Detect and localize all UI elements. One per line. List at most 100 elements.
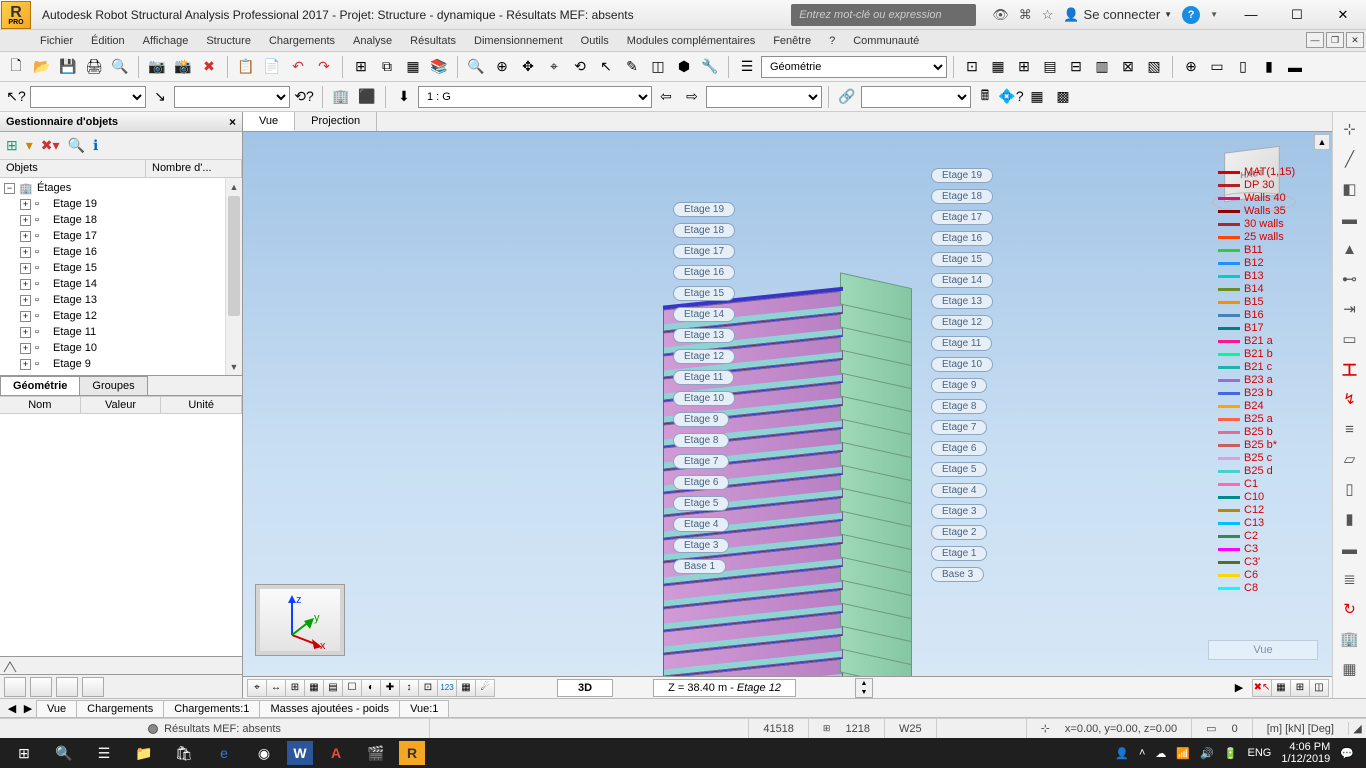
footer-btn-3[interactable] [56, 677, 78, 697]
volume-icon[interactable]: 🔊 [1200, 747, 1214, 760]
vue-overlay-button[interactable]: Vue [1208, 640, 1318, 660]
screenshot-icon[interactable]: 📷 [145, 55, 169, 79]
rt-3[interactable]: ⊞ [1290, 679, 1310, 697]
col-objets[interactable]: Objets [0, 160, 146, 177]
tree-item[interactable]: +▫Etage 17 [0, 228, 242, 244]
signin-button[interactable]: 👤Se connecter▼ [1063, 7, 1172, 23]
help-icon[interactable]: ? [1182, 6, 1200, 24]
side-load-icon[interactable]: ↯ [1337, 386, 1363, 412]
binoculars-icon[interactable]: 👁 [992, 7, 1009, 23]
menu-outils[interactable]: Outils [581, 35, 609, 47]
tree-scrollbar[interactable]: ▲▼ [225, 178, 242, 375]
layout-combo[interactable]: Géométrie [761, 56, 947, 78]
wrench-icon[interactable]: 🔧 [698, 55, 722, 79]
snap7-icon[interactable]: ⊠ [1116, 55, 1140, 79]
search-taskbar-icon[interactable]: 🔍 [44, 738, 84, 768]
rt-1[interactable]: ✖↖ [1252, 679, 1272, 697]
open-icon[interactable]: 📂 [30, 55, 54, 79]
grid1-icon[interactable]: ▦ [1025, 85, 1049, 109]
snap2-icon[interactable]: ▦ [986, 55, 1010, 79]
mt-5[interactable]: ▤ [323, 679, 343, 697]
cursor-icon[interactable]: ↖? [4, 85, 28, 109]
side-thickness-icon[interactable]: ≡ [1337, 416, 1363, 442]
close-button[interactable]: ✕ [1320, 0, 1366, 30]
menu-dimensionnement[interactable]: Dimensionnement [474, 35, 563, 47]
btab-masses[interactable]: Masses ajoutées - poids [259, 700, 400, 717]
info-icon[interactable]: ℹ [93, 137, 98, 154]
select-combo-2[interactable] [174, 86, 290, 108]
panel-close-icon[interactable]: × [229, 115, 236, 129]
btab-vue[interactable]: Vue [36, 700, 77, 717]
robot-taskbar-icon[interactable]: R [399, 741, 425, 765]
loadcase-combo[interactable]: 1 : G [418, 86, 652, 108]
save-icon[interactable]: 💾 [56, 55, 80, 79]
tree-item[interactable]: +▫Etage 11 [0, 324, 242, 340]
side-wall-icon[interactable]: ▯ [1337, 476, 1363, 502]
clock[interactable]: 4:06 PM1/12/2019 [1281, 741, 1330, 765]
mdi-minimize-button[interactable]: — [1306, 32, 1324, 48]
side-isection-icon[interactable]: 工 [1337, 356, 1363, 382]
side-building-icon[interactable]: 🏢 [1337, 626, 1363, 652]
side-slab-icon[interactable]: ▱ [1337, 446, 1363, 472]
hscroll-right[interactable]: ▶ [1230, 681, 1248, 694]
tree-item[interactable]: +▫Etage 16 [0, 244, 242, 260]
app-logo[interactable]: PRO [1, 1, 31, 29]
side-node-icon[interactable]: ⊹ [1337, 116, 1363, 142]
lang-indicator[interactable]: ENG [1248, 747, 1272, 759]
btab-chargements[interactable]: Chargements [76, 700, 164, 717]
side-story-icon[interactable]: ≣ [1337, 566, 1363, 592]
side-table-icon[interactable]: ▦ [1337, 656, 1363, 682]
cloud-icon[interactable]: ☁ [1155, 747, 1166, 760]
mt-13[interactable]: ☄ [475, 679, 495, 697]
viewport-3d[interactable]: Etage 19Etage 18Etage 17Etage 16Etage 15… [243, 132, 1332, 676]
edit-icon[interactable]: ✎ [620, 55, 644, 79]
side-refresh-icon[interactable]: ↻ [1337, 596, 1363, 622]
taskview-icon[interactable]: ☰ [84, 738, 124, 768]
menu-analyse[interactable]: Analyse [353, 35, 392, 47]
help2-icon[interactable]: 💠? [999, 85, 1023, 109]
select-combo-4[interactable] [861, 86, 971, 108]
load-prev-icon[interactable]: ⇦ [654, 85, 678, 109]
tab-projection[interactable]: Projection [295, 112, 377, 131]
snap6-icon[interactable]: ▥ [1090, 55, 1114, 79]
menu-communaute[interactable]: Communauté [853, 35, 919, 47]
side-bar-icon[interactable]: ╱ [1337, 146, 1363, 172]
battery-icon[interactable]: 🔋 [1224, 747, 1238, 760]
menu-resultats[interactable]: Résultats [410, 35, 456, 47]
mt-7[interactable]: ◐ [361, 679, 381, 697]
tab-groupes[interactable]: Groupes [79, 376, 147, 395]
tab-geometrie[interactable]: Géométrie [0, 376, 80, 395]
menu-fenetre[interactable]: Fenêtre [773, 35, 811, 47]
side-beam-icon[interactable]: ▬ [1337, 536, 1363, 562]
movies-icon[interactable]: 🎬 [356, 738, 396, 768]
snap4-icon[interactable]: ▤ [1038, 55, 1062, 79]
load-icon[interactable]: ⬇ [392, 85, 416, 109]
side-material-icon[interactable]: ▬ [1337, 206, 1363, 232]
tabs-prev[interactable]: ◀ [4, 702, 20, 715]
side-profile-icon[interactable]: ◧ [1337, 176, 1363, 202]
side-column-icon[interactable]: ▮ [1337, 506, 1363, 532]
tree-item[interactable]: +▫Etage 19 [0, 196, 242, 212]
filter-icon[interactable]: ▾ [26, 137, 33, 154]
word-icon[interactable]: W [287, 741, 313, 765]
key-icon[interactable]: ⌘ [1019, 7, 1032, 23]
side-panel-icon[interactable]: ▭ [1337, 326, 1363, 352]
mt-11[interactable]: 123 [437, 679, 457, 697]
tray-up-icon[interactable]: ˄ [1139, 747, 1145, 759]
mt-3[interactable]: ⊞ [285, 679, 305, 697]
prop-col-valeur[interactable]: Valeur [81, 397, 162, 413]
view2-icon[interactable]: ▯ [1231, 55, 1255, 79]
preview-icon[interactable]: 🔍 [108, 55, 132, 79]
sections-icon[interactable]: ⬢ [672, 55, 696, 79]
notifications-icon[interactable]: 💬 [1340, 747, 1354, 760]
menu-affichage[interactable]: Affichage [143, 35, 189, 47]
snap5-icon[interactable]: ⊟ [1064, 55, 1088, 79]
story2-icon[interactable]: ⬛ [355, 85, 379, 109]
select-combo-1[interactable] [30, 86, 146, 108]
mt-8[interactable]: ✚ [380, 679, 400, 697]
print-icon[interactable]: 🖨 [82, 55, 106, 79]
view-mode-indicator[interactable]: 3D [557, 679, 613, 697]
story-icon[interactable]: 🏢 [329, 85, 353, 109]
axis-gizmo[interactable]: z y x [255, 584, 345, 656]
tree-item[interactable]: +▫Etage 15 [0, 260, 242, 276]
